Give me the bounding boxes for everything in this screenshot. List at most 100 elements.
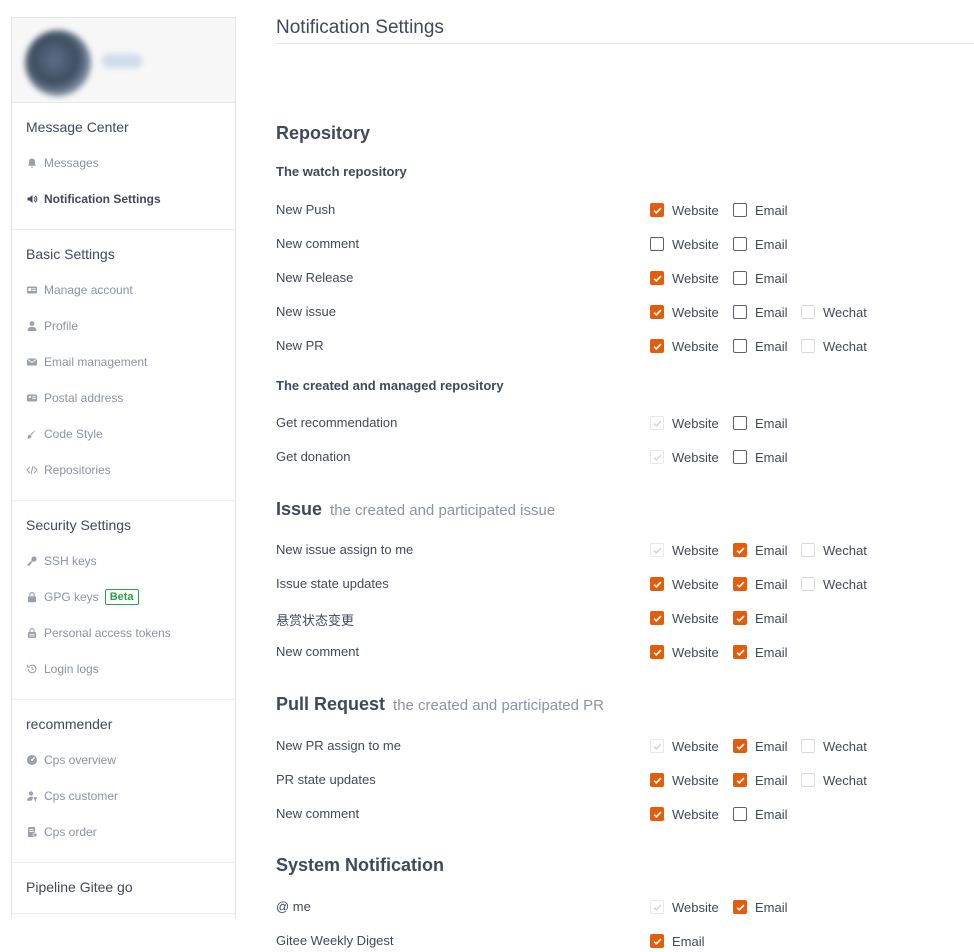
beta-badge: Beta bbox=[104, 589, 139, 605]
sidebar-item-notification-settings[interactable]: Notification Settings bbox=[12, 181, 235, 217]
option-email[interactable]: Email bbox=[650, 930, 705, 952]
avatar[interactable] bbox=[25, 30, 91, 96]
section-title-text: Repository bbox=[276, 123, 371, 143]
sidebar-item-repositories[interactable]: Repositories bbox=[12, 452, 235, 488]
option-email[interactable]: Email bbox=[733, 803, 788, 825]
option-website[interactable]: Website bbox=[650, 233, 719, 255]
email-checkbox[interactable] bbox=[733, 807, 747, 821]
option-email[interactable]: Email bbox=[733, 607, 788, 629]
sidebar-item-personal-access-tokens[interactable]: Personal access tokens bbox=[12, 615, 235, 651]
user-profile-card[interactable] bbox=[12, 18, 235, 103]
option-email[interactable]: Email bbox=[733, 233, 788, 255]
option-website[interactable]: Website bbox=[650, 335, 719, 357]
id-card-icon bbox=[26, 284, 38, 296]
option-label: Wechat bbox=[823, 738, 867, 754]
username[interactable] bbox=[102, 54, 142, 68]
option-email[interactable]: Email bbox=[733, 573, 788, 595]
option-wechat: Wechat bbox=[801, 301, 867, 323]
setting-label: New Release bbox=[276, 270, 354, 285]
option-website[interactable]: Website bbox=[650, 301, 719, 323]
sidebar-item-cps-customer[interactable]: Cps customer bbox=[12, 778, 235, 814]
sidebar-item-manage-account[interactable]: Manage account bbox=[12, 272, 235, 308]
option-email[interactable]: Email bbox=[733, 199, 788, 221]
option-email[interactable]: Email bbox=[733, 301, 788, 323]
sidebar-item-messages[interactable]: Messages bbox=[12, 145, 235, 181]
sidebar-item-label: Cps customer bbox=[44, 789, 119, 803]
address-card-icon bbox=[26, 392, 38, 404]
option-email[interactable]: Email bbox=[733, 641, 788, 663]
email-checkbox[interactable] bbox=[733, 450, 747, 464]
option-email[interactable]: Email bbox=[733, 896, 788, 918]
sidebar-item-gpg-keys[interactable]: GPG keys Beta bbox=[12, 579, 235, 615]
option-website[interactable]: Website bbox=[650, 573, 719, 595]
website-checkbox[interactable] bbox=[650, 271, 664, 285]
website-checkbox[interactable] bbox=[650, 645, 664, 659]
email-checkbox[interactable] bbox=[733, 339, 747, 353]
option-website[interactable]: Website bbox=[650, 641, 719, 663]
option-label: Website bbox=[672, 610, 719, 626]
sidebar-item-profile[interactable]: Profile bbox=[12, 308, 235, 344]
setting-row: New comment Website Email bbox=[276, 803, 974, 825]
sidebar-item-code-style[interactable]: Code Style bbox=[12, 416, 235, 452]
option-label: Website bbox=[672, 449, 719, 465]
option-email[interactable]: Email bbox=[733, 769, 788, 791]
option-email[interactable]: Email bbox=[733, 267, 788, 289]
settings-sidebar: Message Center Messages Notification Setti… bbox=[11, 17, 236, 918]
setting-row: New PR assign to me Website Email Wechat bbox=[276, 735, 974, 757]
sidebar-item-label: SSH keys bbox=[44, 554, 97, 568]
option-label: Email bbox=[755, 806, 788, 822]
option-label: Email bbox=[755, 738, 788, 754]
sidebar-item-cps-order[interactable]: Cps order bbox=[12, 814, 235, 850]
website-checkbox[interactable] bbox=[650, 773, 664, 787]
email-checkbox[interactable] bbox=[733, 611, 747, 625]
email-checkbox[interactable] bbox=[733, 305, 747, 319]
sidebar-item-postal-address[interactable]: Postal address bbox=[12, 380, 235, 416]
email-checkbox[interactable] bbox=[733, 203, 747, 217]
email-checkbox[interactable] bbox=[733, 577, 747, 591]
sidebar-item-label: Personal access tokens bbox=[44, 626, 171, 640]
option-email[interactable]: Email bbox=[733, 735, 788, 757]
option-website[interactable]: Website bbox=[650, 267, 719, 289]
sidebar-item-email-management[interactable]: Email management bbox=[12, 344, 235, 380]
option-email[interactable]: Email bbox=[733, 446, 788, 468]
email-checkbox[interactable] bbox=[733, 645, 747, 659]
option-website[interactable]: Website bbox=[650, 607, 719, 629]
website-checkbox[interactable] bbox=[650, 807, 664, 821]
setting-row: New issue assign to me Website Email Wechat bbox=[276, 539, 974, 561]
website-checkbox[interactable] bbox=[650, 577, 664, 591]
sidebar-item-label: Messages bbox=[44, 156, 99, 170]
website-checkbox[interactable] bbox=[650, 611, 664, 625]
email-checkbox[interactable] bbox=[733, 773, 747, 787]
email-checkbox[interactable] bbox=[733, 900, 747, 914]
option-website[interactable]: Website bbox=[650, 803, 719, 825]
option-website: Website bbox=[650, 735, 719, 757]
setting-row: Get donation Website Email bbox=[276, 446, 974, 468]
setting-label: 悬赏状态变更 bbox=[276, 613, 355, 628]
email-checkbox[interactable] bbox=[733, 271, 747, 285]
option-email[interactable]: Email bbox=[733, 539, 788, 561]
user-key-icon bbox=[26, 790, 38, 802]
option-label: Email bbox=[755, 236, 788, 252]
sidebar-group-title: Security Settings bbox=[26, 517, 132, 533]
option-website[interactable]: Website bbox=[650, 199, 719, 221]
setting-row: New PR Website Email Wechat bbox=[276, 335, 974, 357]
option-website[interactable]: Website bbox=[650, 769, 719, 791]
email-checkbox[interactable] bbox=[650, 934, 664, 948]
option-email[interactable]: Email bbox=[733, 412, 788, 434]
website-checkbox[interactable] bbox=[650, 203, 664, 217]
website-checkbox[interactable] bbox=[650, 237, 664, 251]
email-checkbox[interactable] bbox=[733, 739, 747, 753]
sidebar-item-label: Notification Settings bbox=[44, 192, 161, 206]
sidebar-item-login-logs[interactable]: Login logs bbox=[12, 651, 235, 687]
option-label: Email bbox=[755, 899, 788, 915]
website-checkbox[interactable] bbox=[650, 339, 664, 353]
email-checkbox[interactable] bbox=[733, 543, 747, 557]
setting-label: New issue assign to me bbox=[276, 542, 414, 557]
option-label: Website bbox=[672, 270, 719, 286]
sidebar-item-cps-overview[interactable]: Cps overview bbox=[12, 742, 235, 778]
sidebar-item-ssh-keys[interactable]: SSH keys bbox=[12, 543, 235, 579]
email-checkbox[interactable] bbox=[733, 237, 747, 251]
email-checkbox[interactable] bbox=[733, 416, 747, 430]
option-email[interactable]: Email bbox=[733, 335, 788, 357]
website-checkbox[interactable] bbox=[650, 305, 664, 319]
